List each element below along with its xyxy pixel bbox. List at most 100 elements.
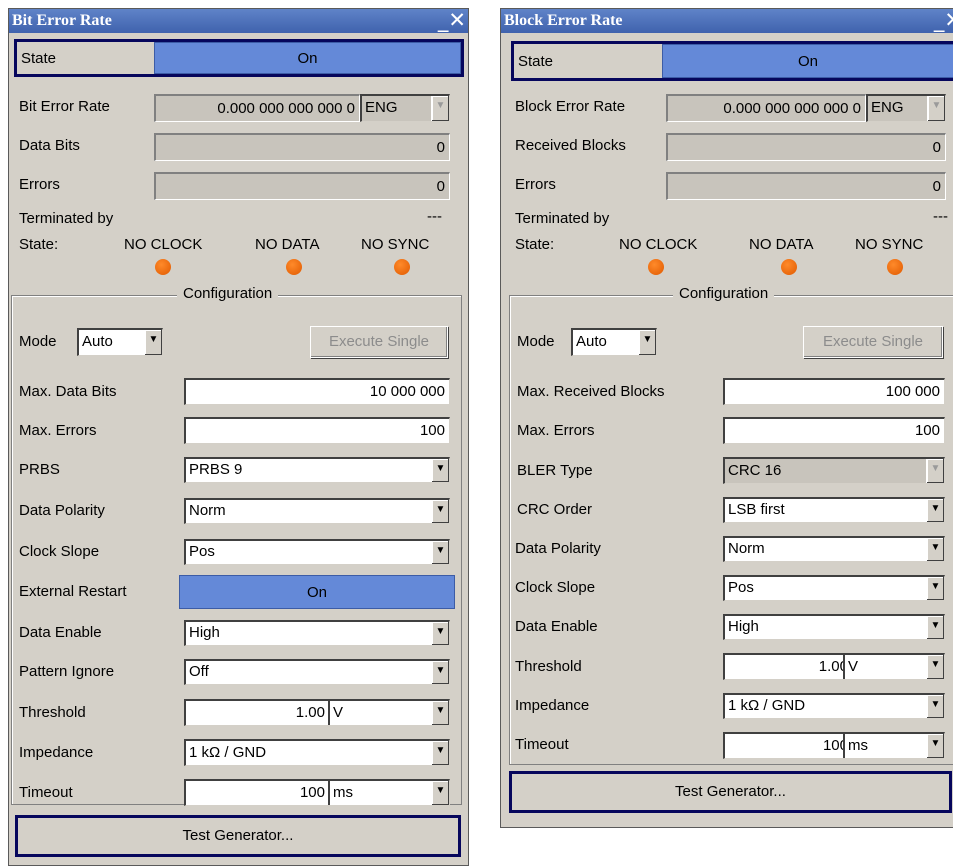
bler-mode-label: Mode xyxy=(517,333,555,350)
ber-pattern-chevron-down-icon: ▼ xyxy=(431,661,449,684)
ber-restart-toggle[interactable]: On xyxy=(179,575,455,609)
ber-rate-unit-select[interactable]: ENG ▼ xyxy=(360,94,450,122)
bler-crc-label: CRC Order xyxy=(517,501,593,518)
bler-rate-label: Block Error Rate xyxy=(515,98,626,115)
ber-max-errors-input[interactable]: 100 xyxy=(184,417,450,444)
bler-errors-value: 0 xyxy=(666,172,946,200)
bler-impedance-chevron-down-icon: ▼ xyxy=(926,695,944,718)
bler-rate-unit-chevron-down-icon: ▼ xyxy=(927,96,945,121)
bler-no-data-label: NO DATA xyxy=(749,236,814,253)
bler-clock-label: Clock Slope xyxy=(515,579,596,596)
bler-mode-value: Auto xyxy=(576,333,607,350)
bler-crc-select[interactable]: LSB first ▼ xyxy=(723,497,945,523)
bler-state-toggle[interactable]: On xyxy=(662,44,953,78)
ber-clock-label: Clock Slope xyxy=(19,543,100,560)
ber-enable-select[interactable]: High ▼ xyxy=(184,620,450,646)
bler-no-clock-label: NO CLOCK xyxy=(619,236,698,253)
bler-type-chevron-down-icon: ▼ xyxy=(926,459,944,483)
ber-threshold-input[interactable]: 1.00 V ▼ xyxy=(184,699,450,726)
ber-polarity-value: Norm xyxy=(189,502,226,519)
bler-crc-chevron-down-icon: ▼ xyxy=(926,499,944,522)
bler-threshold-unit[interactable]: V xyxy=(843,655,927,679)
ber-status-label: State: xyxy=(19,236,59,253)
bler-timeout-unit[interactable]: ms xyxy=(843,734,927,758)
bler-timeout-label: Timeout xyxy=(515,736,569,753)
bler-no-clock-led-icon xyxy=(648,259,664,275)
ber-prbs-select[interactable]: PRBS 9 ▼ xyxy=(184,457,450,483)
bler-impedance-value: 1 kΩ / GND xyxy=(728,697,806,714)
bler-execute-single-button[interactable]: Execute Single xyxy=(803,326,943,358)
bler-polarity-select[interactable]: Norm ▼ xyxy=(723,536,945,562)
bler-max-blocks-input[interactable]: 100 000 xyxy=(723,378,945,405)
ber-test-generator-button[interactable]: Test Generator... xyxy=(15,815,461,857)
bler-blocks-value: 0 xyxy=(666,133,946,161)
ber-rate-unit-chevron-down-icon: ▼ xyxy=(431,96,449,121)
ber-polarity-select[interactable]: Norm ▼ xyxy=(184,498,450,524)
bler-threshold-label: Threshold xyxy=(515,658,582,675)
bler-blocks-label: Received Blocks xyxy=(515,137,626,154)
ber-pattern-label: Pattern Ignore xyxy=(19,663,115,680)
bler-state-row: State On xyxy=(511,41,953,81)
ber-clock-value: Pos xyxy=(189,543,215,560)
ber-timeout-unit[interactable]: ms xyxy=(328,781,432,805)
ber-impedance-select[interactable]: 1 kΩ / GND ▼ xyxy=(184,739,450,766)
bler-terminated-label: Terminated by xyxy=(515,210,610,227)
ber-enable-value: High xyxy=(189,624,220,641)
ber-threshold-chevron-down-icon: ▼ xyxy=(431,701,449,725)
bler-polarity-chevron-down-icon: ▼ xyxy=(926,538,944,561)
bler-clock-select[interactable]: Pos ▼ xyxy=(723,575,945,601)
ber-mode-select[interactable]: Auto ▼ xyxy=(77,328,163,356)
bler-threshold-input[interactable]: 1.00 V ▼ xyxy=(723,653,945,680)
bler-clock-chevron-down-icon: ▼ xyxy=(926,577,944,600)
bler-max-errors-input[interactable]: 100 xyxy=(723,417,945,444)
ber-errors-label: Errors xyxy=(19,176,60,193)
bler-status-label: State: xyxy=(515,236,555,253)
bler-timeout-input[interactable]: 100 ms ▼ xyxy=(723,732,945,759)
ber-window: Bit Error Rate _✕ State On Bit Error Rat… xyxy=(8,8,469,866)
ber-impedance-value: 1 kΩ / GND xyxy=(189,744,267,761)
ber-max-data-input[interactable]: 10 000 000 xyxy=(184,378,450,405)
ber-polarity-label: Data Polarity xyxy=(19,502,105,519)
bler-type-select[interactable]: CRC 16 ▼ xyxy=(723,457,945,484)
bler-polarity-value: Norm xyxy=(728,540,765,557)
bler-impedance-select[interactable]: 1 kΩ / GND ▼ xyxy=(723,693,945,719)
bler-timeout-chevron-down-icon: ▼ xyxy=(926,734,944,758)
bler-mode-chevron-down-icon: ▼ xyxy=(638,330,656,355)
bler-enable-select[interactable]: High ▼ xyxy=(723,614,945,640)
ber-impedance-label: Impedance xyxy=(19,744,94,761)
bler-close-icon[interactable]: _✕ xyxy=(934,9,953,33)
ber-terminated-value: --- xyxy=(427,208,442,225)
bler-rate-unit-select[interactable]: ENG ▼ xyxy=(866,94,946,122)
ber-execute-single-button[interactable]: Execute Single xyxy=(310,326,448,358)
ber-enable-chevron-down-icon: ▼ xyxy=(431,622,449,645)
bler-type-label: BLER Type xyxy=(517,462,593,479)
ber-no-data-led-icon xyxy=(286,259,302,275)
ber-configuration-title: Configuration xyxy=(177,285,279,302)
ber-clock-select[interactable]: Pos ▼ xyxy=(184,539,450,565)
bler-title: Block Error Rate xyxy=(504,12,623,29)
bler-impedance-label: Impedance xyxy=(515,697,590,714)
bler-max-blocks-label: Max. Received Blocks xyxy=(517,383,665,400)
bler-no-sync-led-icon xyxy=(887,259,903,275)
ber-threshold-unit[interactable]: V xyxy=(328,701,432,725)
ber-data-bits-value: 0 xyxy=(154,133,450,161)
ber-restart-label: External Restart xyxy=(19,583,127,600)
ber-pattern-select[interactable]: Off ▼ xyxy=(184,659,450,685)
ber-timeout-label: Timeout xyxy=(19,784,73,801)
bler-mode-select[interactable]: Auto ▼ xyxy=(571,328,657,356)
bler-no-sync-label: NO SYNC xyxy=(855,236,924,253)
ber-close-icon[interactable]: _✕ xyxy=(438,9,466,33)
ber-state-toggle[interactable]: On xyxy=(154,42,461,74)
bler-polarity-label: Data Polarity xyxy=(515,540,601,557)
bler-test-generator-button[interactable]: Test Generator... xyxy=(509,771,952,813)
bler-threshold-chevron-down-icon: ▼ xyxy=(926,655,944,679)
ber-polarity-chevron-down-icon: ▼ xyxy=(431,500,449,523)
ber-no-sync-label: NO SYNC xyxy=(361,236,430,253)
ber-title-bar: Bit Error Rate _✕ xyxy=(9,9,468,33)
ber-prbs-value: PRBS 9 xyxy=(189,461,243,478)
ber-max-errors-label: Max. Errors xyxy=(19,422,97,439)
ber-timeout-input[interactable]: 100 ms ▼ xyxy=(184,779,450,806)
ber-rate-label: Bit Error Rate xyxy=(19,98,110,115)
ber-enable-label: Data Enable xyxy=(19,624,102,641)
ber-rate-unit-value: ENG xyxy=(365,99,398,116)
